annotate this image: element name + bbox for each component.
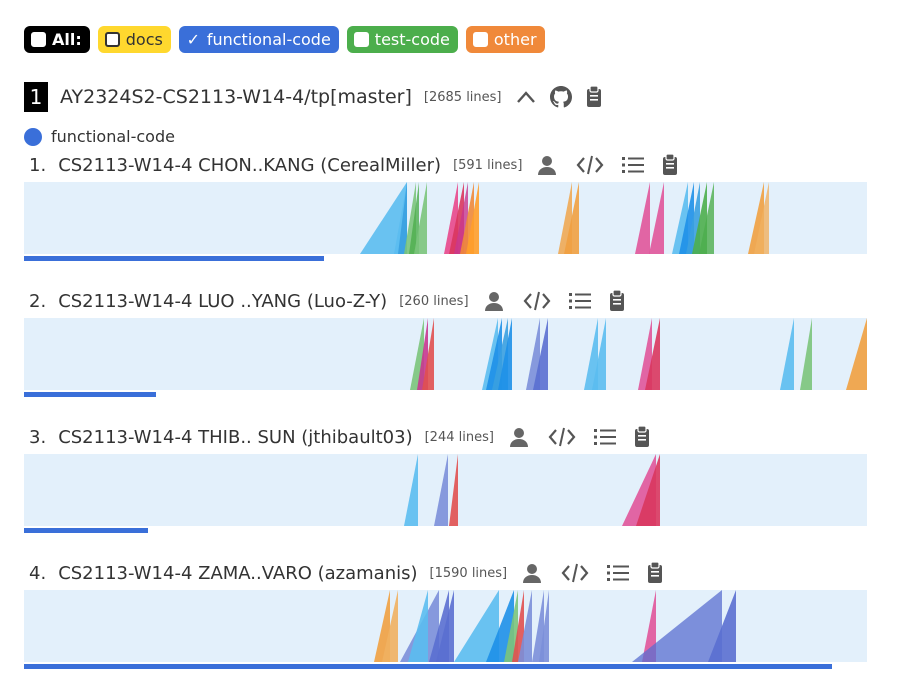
person-icon[interactable]	[508, 426, 530, 448]
list-icon[interactable]	[593, 428, 616, 446]
author-lines: [244 lines]	[424, 429, 494, 445]
contribution-bar	[24, 664, 832, 669]
ramp-chart	[24, 182, 867, 254]
author-name: CS2113-W14-4 ZAMA..VARO (azamanis)	[58, 562, 418, 584]
filter-functional-checkbox[interactable]: ✓ functional-code	[178, 26, 339, 53]
author-row: 3. CS2113-W14-4 THIB.. SUN (jthibault03) […	[24, 424, 867, 533]
clipboard-icon[interactable]	[647, 562, 663, 584]
author-lines: [591 lines]	[453, 157, 523, 173]
author-index: 2.	[29, 290, 47, 312]
code-icon[interactable]	[561, 563, 589, 583]
filter-test-checkbox[interactable]: test-code	[346, 26, 458, 53]
legend-label: functional-code	[51, 127, 175, 146]
clipboard-icon[interactable]	[586, 86, 602, 108]
person-icon[interactable]	[483, 290, 505, 312]
legend-functional: functional-code	[24, 127, 175, 146]
filter-other-label: other	[493, 30, 537, 49]
list-icon[interactable]	[568, 292, 591, 310]
checkmark-icon: ✓	[186, 30, 201, 49]
author-header: 4. CS2113-W14-4 ZAMA..VARO (azamanis) [159…	[24, 560, 867, 586]
clipboard-icon[interactable]	[609, 290, 625, 312]
clipboard-icon[interactable]	[662, 154, 678, 176]
author-name: CS2113-W14-4 CHON..KANG (CerealMiller)	[58, 154, 442, 176]
github-icon[interactable]	[549, 86, 572, 108]
checkbox-icon	[104, 32, 120, 47]
code-icon[interactable]	[548, 427, 576, 447]
ramp-background	[24, 182, 867, 254]
author-name: CS2113-W14-4 THIB.. SUN (jthibault03)	[58, 426, 413, 448]
legend-dot	[24, 127, 42, 146]
clipboard-icon[interactable]	[634, 426, 650, 448]
author-name: CS2113-W14-4 LUO ..YANG (Luo-Z-Y)	[58, 290, 388, 312]
contribution-bar	[24, 528, 148, 533]
author-row: 4. CS2113-W14-4 ZAMA..VARO (azamanis) [159…	[24, 560, 867, 669]
filter-functional-label: functional-code	[206, 30, 331, 49]
filter-bar: All: docs ✓ functional-code test-code ot…	[24, 26, 545, 53]
author-row: 1. CS2113-W14-4 CHON..KANG (CerealMiller)…	[24, 152, 867, 261]
person-icon[interactable]	[521, 562, 543, 584]
author-row: 2. CS2113-W14-4 LUO ..YANG (Luo-Z-Y) [260 …	[24, 288, 867, 397]
filter-docs-label: docs	[125, 30, 163, 49]
author-header: 1. CS2113-W14-4 CHON..KANG (CerealMiller)…	[24, 152, 867, 178]
chevron-up-icon[interactable]	[516, 90, 536, 104]
checkbox-icon	[472, 32, 488, 47]
filter-test-label: test-code	[374, 30, 450, 49]
contribution-bar	[24, 256, 325, 261]
checkbox-icon	[353, 32, 369, 47]
ramp-chart	[24, 590, 867, 662]
author-header: 2. CS2113-W14-4 LUO ..YANG (Luo-Z-Y) [260 …	[24, 288, 867, 314]
filter-all-label: All:	[52, 30, 82, 49]
code-icon[interactable]	[523, 291, 551, 311]
repo-header: 1 AY2324S2-CS2113-W14-4/tp[master] [2685…	[24, 82, 616, 112]
author-lines: [260 lines]	[399, 293, 469, 309]
checkbox-icon	[31, 32, 46, 47]
contribution-bar	[24, 392, 157, 397]
repo-lines: [2685 lines]	[423, 89, 502, 105]
code-icon[interactable]	[576, 155, 604, 175]
ramp-chart	[24, 454, 867, 526]
filter-all-checkbox[interactable]: All:	[24, 26, 90, 53]
filter-docs-checkbox[interactable]: docs	[97, 26, 171, 53]
filter-other-checkbox[interactable]: other	[465, 26, 545, 53]
repo-name: AY2324S2-CS2113-W14-4/tp[master]	[60, 86, 412, 108]
repo-rank: 1	[24, 82, 48, 112]
list-icon[interactable]	[622, 156, 645, 174]
list-icon[interactable]	[607, 564, 630, 582]
author-index: 3.	[29, 426, 47, 448]
author-lines: [1590 lines]	[429, 565, 508, 581]
person-icon[interactable]	[536, 154, 558, 176]
author-index: 1.	[29, 154, 47, 176]
author-index: 4.	[29, 562, 47, 584]
ramp-chart	[24, 318, 867, 390]
ramp-background	[24, 318, 867, 390]
author-header: 3. CS2113-W14-4 THIB.. SUN (jthibault03) […	[24, 424, 867, 450]
